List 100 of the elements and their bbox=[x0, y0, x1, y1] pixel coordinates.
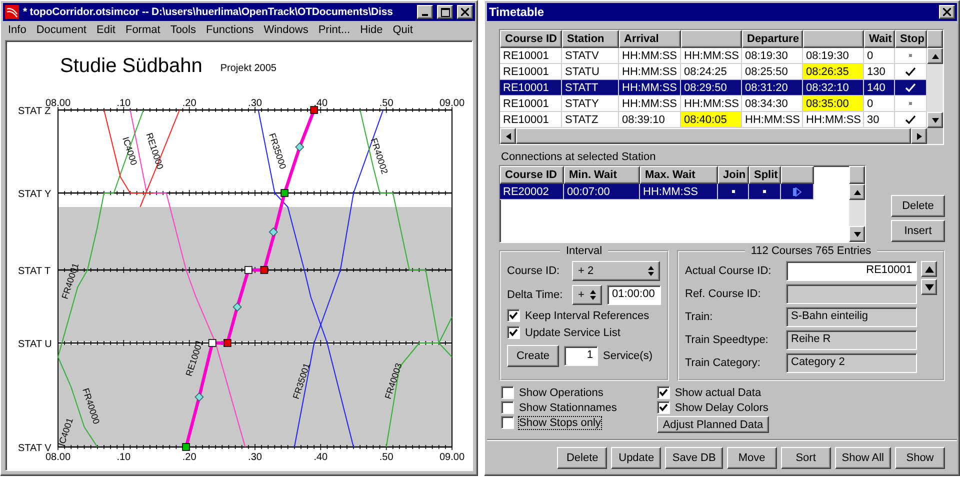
spinner-icon bbox=[590, 290, 596, 300]
column-header[interactable]: Stop bbox=[895, 30, 927, 48]
text-field[interactable] bbox=[786, 284, 917, 304]
up-button[interactable] bbox=[921, 261, 937, 277]
down-triangle-icon bbox=[932, 116, 938, 124]
time-label: 09.00 bbox=[439, 452, 465, 463]
field-label: Train Category: bbox=[685, 357, 762, 369]
action-button[interactable]: Save DB bbox=[665, 447, 723, 469]
column-header[interactable]: Station bbox=[562, 30, 619, 48]
diagram-title: Studie Südbahn bbox=[60, 55, 202, 78]
down-button[interactable] bbox=[921, 279, 937, 295]
time-label: .30 bbox=[248, 452, 262, 463]
text-field[interactable]: Category 2 bbox=[786, 353, 917, 373]
action-button[interactable]: Delete bbox=[891, 195, 945, 217]
checkbox-label: Show Operations bbox=[519, 386, 604, 398]
maximize-button[interactable] bbox=[437, 5, 453, 19]
create-button[interactable]: Create bbox=[507, 345, 559, 367]
menu-item[interactable]: Info bbox=[3, 24, 32, 36]
column-header[interactable]: Arrival bbox=[619, 30, 681, 48]
scrollbar[interactable] bbox=[927, 48, 943, 128]
checkbox[interactable] bbox=[501, 401, 514, 414]
menu-item[interactable]: Functions bbox=[201, 24, 259, 36]
column-header[interactable]: Max. Wait bbox=[640, 166, 718, 184]
text-field[interactable]: Reihe R bbox=[786, 330, 917, 350]
table-row[interactable]: RE20002 00:07:00 HH:MM:SS bbox=[500, 184, 814, 200]
close-button[interactable] bbox=[457, 5, 473, 19]
field-label: Actual Course ID: bbox=[685, 265, 772, 277]
table-cell: HH:MM:SS bbox=[640, 184, 718, 200]
action-button[interactable]: Sort bbox=[780, 447, 831, 469]
time-label: .40 bbox=[314, 98, 328, 109]
group-title: Interval bbox=[564, 245, 604, 257]
time-label: .30 bbox=[248, 98, 262, 109]
checkbox[interactable] bbox=[656, 386, 670, 399]
table-row[interactable]: RE10001 STATU HH:MM:SS 08:24:25 08:25:50 08:26:35 130 bbox=[500, 64, 927, 80]
column-header[interactable]: Split bbox=[749, 166, 781, 184]
field-label: Delta Time: bbox=[507, 289, 564, 301]
time-field[interactable]: 01:00:00 bbox=[607, 285, 661, 305]
column-header[interactable] bbox=[781, 166, 814, 184]
menu-item[interactable]: Quit bbox=[388, 24, 418, 36]
column-header[interactable] bbox=[803, 30, 864, 48]
adjust-button[interactable]: Adjust Planned Data bbox=[656, 416, 770, 433]
field-label: Service(s) bbox=[603, 350, 653, 362]
menu-item[interactable]: Document bbox=[31, 24, 92, 36]
checkbox[interactable] bbox=[656, 401, 670, 414]
checkbox[interactable] bbox=[507, 309, 520, 322]
count-field[interactable]: 1 bbox=[564, 346, 598, 366]
action-button[interactable]: Show All bbox=[834, 447, 891, 469]
action-button[interactable]: Delete bbox=[557, 447, 608, 469]
sign-select[interactable]: + bbox=[572, 285, 602, 305]
app-logo-icon bbox=[5, 5, 19, 19]
column-header[interactable]: Departure bbox=[742, 30, 803, 48]
right-triangle-icon bbox=[916, 132, 922, 140]
field-label: Course ID: bbox=[507, 265, 561, 277]
action-button[interactable]: Insert bbox=[891, 220, 945, 242]
stop-marker bbox=[280, 189, 288, 197]
table-row[interactable]: RE10001 STATV HH:MM:SS HH:MM:SS 08:19:30 08:19:30 0 bbox=[500, 48, 927, 64]
text-field[interactable]: S-Bahn einteilig bbox=[786, 307, 917, 327]
checkbox-label: Keep Interval References bbox=[525, 310, 650, 322]
menu-item[interactable]: Print... bbox=[313, 24, 356, 36]
time-label: .50 bbox=[379, 98, 394, 109]
close-button[interactable] bbox=[939, 5, 955, 19]
checkbox[interactable] bbox=[501, 416, 514, 429]
menu-item[interactable]: Hide bbox=[355, 24, 388, 36]
scrollbar[interactable] bbox=[500, 128, 927, 144]
table-row[interactable]: RE10001 STATT HH:MM:SS 08:29:50 08:31:20 08:32:10 140 bbox=[500, 80, 927, 96]
field-label: Ref. Course ID: bbox=[685, 288, 762, 300]
diamond-marker bbox=[268, 227, 278, 237]
action-button[interactable]: Move bbox=[726, 447, 777, 469]
table-cell: RE20002 bbox=[500, 184, 564, 200]
minimize-button[interactable] bbox=[417, 5, 433, 19]
column-header[interactable]: Course ID bbox=[500, 30, 562, 48]
field-label: Train Speedtype: bbox=[685, 334, 770, 346]
text-field[interactable]: RE10001 bbox=[786, 261, 917, 281]
time-label: 08.00 bbox=[45, 452, 71, 463]
action-button[interactable]: Update bbox=[611, 447, 662, 469]
column-header[interactable]: Join bbox=[718, 166, 749, 184]
menu-item[interactable]: Format bbox=[120, 24, 166, 36]
station-label: STAT Y bbox=[18, 189, 52, 200]
stop-marker bbox=[310, 106, 318, 114]
close-icon bbox=[461, 8, 469, 16]
action-button[interactable]: Show bbox=[895, 447, 945, 469]
column-header[interactable]: Min. Wait bbox=[564, 166, 640, 184]
menu-item[interactable]: Tools bbox=[165, 24, 201, 36]
close-icon bbox=[943, 8, 951, 16]
checkbox[interactable] bbox=[507, 326, 520, 339]
column-header[interactable]: Wait bbox=[864, 30, 895, 48]
diamond-marker bbox=[232, 302, 242, 312]
menu-item[interactable]: Edit bbox=[92, 24, 120, 36]
up-triangle-icon bbox=[854, 188, 860, 196]
table-cell: 08:35:00 bbox=[803, 96, 864, 112]
table-row[interactable]: RE10001 STATY HH:MM:SS HH:MM:SS 08:34:30 08:35:00 0 bbox=[500, 96, 927, 112]
station-label: STAT V bbox=[18, 443, 52, 454]
course-id-select[interactable]: + 2 bbox=[572, 261, 660, 281]
column-header[interactable]: Course ID bbox=[500, 166, 564, 184]
column-header[interactable] bbox=[681, 30, 742, 48]
menu-item[interactable]: Windows bbox=[258, 24, 314, 36]
project-label: Projekt 2005 bbox=[220, 63, 276, 76]
checkbox[interactable] bbox=[501, 386, 514, 399]
table-row[interactable]: RE10001 STATZ 08:39:10 08:40:05 HH:MM:SS HH:MM:SS 30 bbox=[500, 112, 927, 128]
scrollbar[interactable] bbox=[849, 184, 865, 242]
